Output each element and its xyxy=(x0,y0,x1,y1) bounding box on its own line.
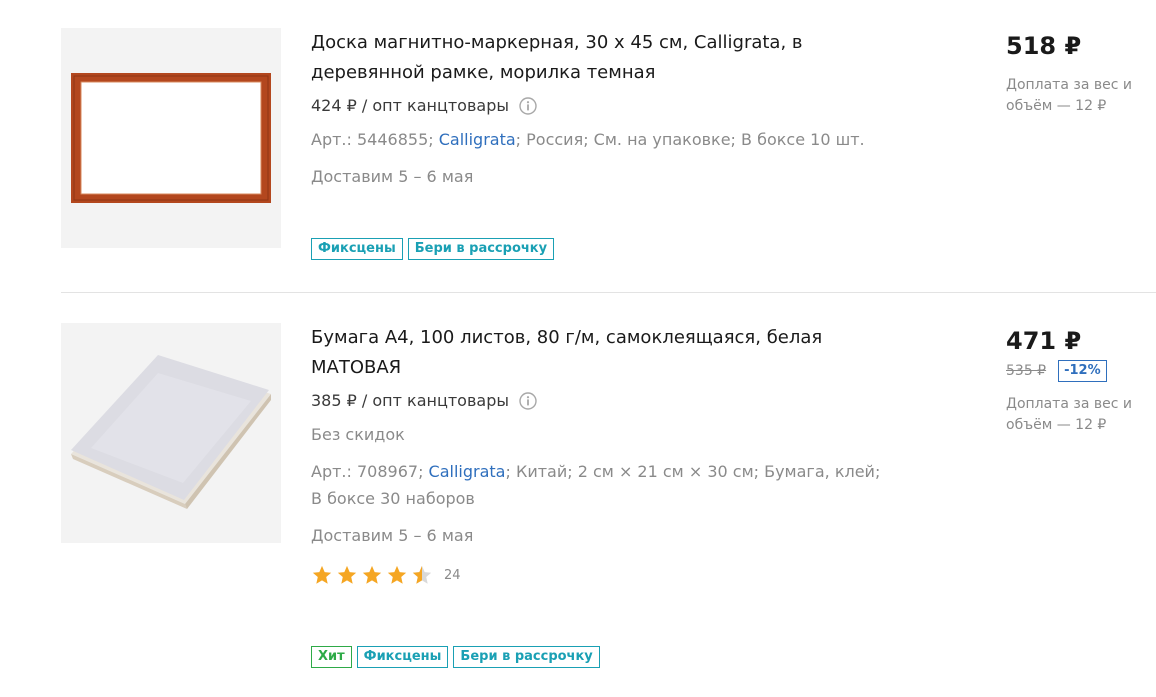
old-price-row: 535 ₽ -12% xyxy=(1006,359,1156,383)
price-block: 471 ₽ 535 ₽ -12% Доплата за вес и объём … xyxy=(1006,325,1156,436)
price-block: 518 ₽ Доплата за вес и объём — 12 ₽ xyxy=(1006,30,1156,117)
no-discount-note: Без скидок xyxy=(311,425,405,444)
rating-count: 24 xyxy=(444,567,461,583)
weight-surcharge: Доплата за вес и объём — 12 ₽ xyxy=(1006,396,1132,433)
badge-fixed-price[interactable]: Фиксцены xyxy=(356,646,449,668)
discount-badge: -12% xyxy=(1058,360,1107,382)
product-card: Доска магнитно-маркерная, 30 х 45 см, Ca… xyxy=(0,0,1156,292)
badge-installment[interactable]: Бери в рассрочку xyxy=(407,238,555,260)
wholesale-price-row: 424 ₽ / опт канцтовары xyxy=(311,96,891,116)
brand-link[interactable]: Calligrata xyxy=(439,130,516,149)
product-image[interactable] xyxy=(61,28,281,248)
delivery-info: Доставим 5 – 6 мая xyxy=(311,526,474,545)
badge-list: Фиксцены Бери в рассрочку xyxy=(311,238,555,260)
brand-link[interactable]: Calligrata xyxy=(429,462,506,481)
star-icon xyxy=(312,565,332,584)
product-info: Бумага А4, 100 листов, 80 г/м, самоклеящ… xyxy=(311,323,891,587)
meta-article: Арт.: 708967; xyxy=(311,462,429,481)
product-card: Бумага А4, 100 листов, 80 г/м, самоклеящ… xyxy=(0,293,1156,697)
meta-details: ; Россия; См. на упаковке; В боксе 10 шт… xyxy=(515,130,865,149)
weight-surcharge: Доплата за вес и объём — 12 ₽ xyxy=(1006,77,1132,114)
badge-fixed-price[interactable]: Фиксцены xyxy=(311,238,403,260)
product-info: Доска магнитно-маркерная, 30 х 45 см, Ca… xyxy=(311,28,891,190)
badge-installment[interactable]: Бери в рассрочку xyxy=(453,646,600,668)
badge-list: Хит Фиксцены Бери в рассрочку xyxy=(311,646,600,668)
star-icon xyxy=(362,565,382,584)
current-price: 471 ₽ xyxy=(1006,327,1082,355)
product-image[interactable] xyxy=(61,323,281,543)
wholesale-price: 385 ₽ / опт канцтовары xyxy=(311,391,509,410)
info-icon[interactable] xyxy=(519,97,537,115)
meta-article: Арт.: 5446855; xyxy=(311,130,439,149)
whiteboard-image xyxy=(71,73,271,203)
star-icon xyxy=(337,565,357,584)
current-price: 518 ₽ xyxy=(1006,32,1082,60)
star-half-icon xyxy=(412,565,432,584)
rating[interactable]: 24 xyxy=(311,563,891,587)
star-icon xyxy=(387,565,407,584)
info-icon[interactable] xyxy=(519,392,537,410)
wholesale-price-row: 385 ₽ / опт канцтовары xyxy=(311,391,891,411)
badge-hit[interactable]: Хит xyxy=(311,646,352,668)
product-meta: Арт.: 708967; Calligrata; Китай; 2 см × … xyxy=(311,458,891,512)
wholesale-price: 424 ₽ / опт канцтовары xyxy=(311,96,509,115)
product-title[interactable]: Бумага А4, 100 листов, 80 г/м, самоклеящ… xyxy=(311,323,891,383)
product-list: Доска магнитно-маркерная, 30 х 45 см, Ca… xyxy=(0,0,1156,697)
delivery-info: Доставим 5 – 6 мая xyxy=(311,167,474,186)
paper-stack-image xyxy=(71,355,271,509)
old-price: 535 ₽ xyxy=(1006,363,1047,379)
product-title[interactable]: Доска магнитно-маркерная, 30 х 45 см, Ca… xyxy=(311,28,891,88)
product-meta: Арт.: 5446855; Calligrata; Россия; См. н… xyxy=(311,126,891,153)
